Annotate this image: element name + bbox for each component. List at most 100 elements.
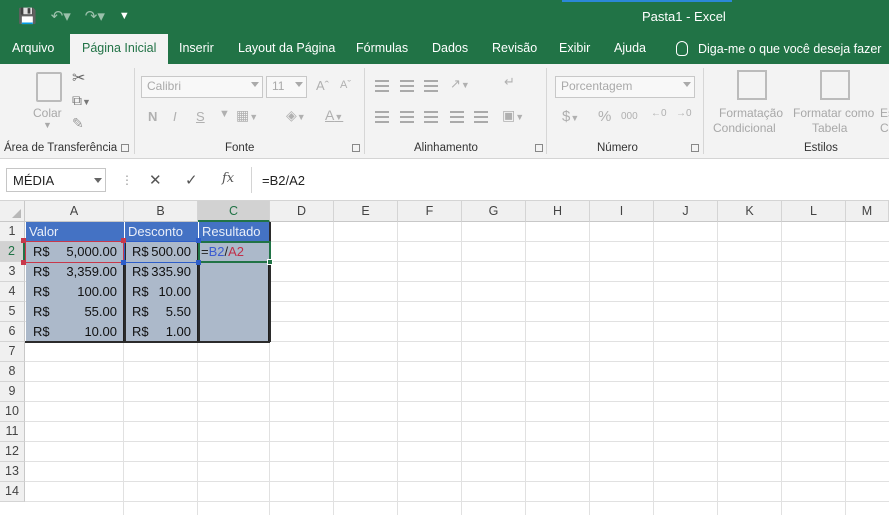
font-size-box[interactable]: 11	[266, 76, 307, 98]
resize-handle[interactable]	[196, 260, 201, 265]
column-header-a[interactable]: A	[25, 201, 124, 222]
number-launcher-icon[interactable]	[691, 144, 699, 152]
tab-pagina-inicial[interactable]: Página Inicial	[70, 34, 169, 64]
column-header-j[interactable]: J	[654, 201, 718, 222]
font-name-box[interactable]: Calibri	[141, 76, 263, 98]
conditional-formatting-label-1[interactable]: Formatação	[719, 106, 783, 120]
decrease-indent-icon[interactable]	[450, 111, 464, 123]
cell-b1[interactable]: Desconto	[125, 222, 198, 242]
cell-c4[interactable]	[199, 282, 269, 302]
paste-icon[interactable]	[36, 72, 62, 102]
resize-handle[interactable]	[21, 238, 26, 243]
row-header-3[interactable]: 3	[0, 262, 25, 282]
cell-b6[interactable]: R$ 1.00	[125, 322, 198, 342]
column-header-k[interactable]: K	[718, 201, 782, 222]
column-header-b[interactable]: B	[124, 201, 198, 222]
copy-icon[interactable]: ⧉▼	[72, 92, 91, 109]
column-header-d[interactable]: D	[270, 201, 334, 222]
cell-a1[interactable]: Valor	[26, 222, 124, 242]
underline-dropdown-icon[interactable]: ▼	[219, 108, 230, 120]
cell-b4[interactable]: R$ 10.00	[125, 282, 198, 302]
column-header-g[interactable]: G	[462, 201, 526, 222]
undo-icon[interactable]: ↶▾	[51, 7, 71, 25]
row-header-2[interactable]: 2	[0, 242, 25, 262]
row-header-12[interactable]: 12	[0, 442, 25, 462]
column-header-f[interactable]: F	[398, 201, 462, 222]
insert-function-icon[interactable]: fx	[222, 171, 234, 186]
align-middle-icon[interactable]	[400, 80, 414, 92]
row-header-7[interactable]: 7	[0, 342, 25, 362]
align-left-icon[interactable]	[375, 111, 389, 123]
conditional-formatting-label-2[interactable]: Condicional	[713, 121, 776, 135]
cut-icon[interactable]: ✂	[72, 68, 85, 88]
column-header-c[interactable]: C	[198, 201, 270, 222]
tab-formulas[interactable]: Fórmulas	[356, 41, 408, 55]
tab-layout-pagina[interactable]: Layout da Página	[238, 41, 335, 55]
comma-style-button[interactable]: 000	[621, 111, 638, 122]
row-header-11[interactable]: 11	[0, 422, 25, 442]
italic-button[interactable]: I	[173, 109, 177, 124]
enter-icon[interactable]: ✓	[185, 171, 198, 189]
align-right-icon[interactable]	[424, 111, 438, 123]
format-painter-icon[interactable]: ✎	[72, 115, 84, 132]
cancel-icon[interactable]: ✕	[149, 171, 162, 189]
number-format-box[interactable]: Porcentagem	[555, 76, 695, 98]
tab-revisao[interactable]: Revisão	[492, 41, 537, 55]
resize-handle[interactable]	[121, 238, 126, 243]
align-bottom-icon[interactable]	[424, 80, 438, 92]
row-header-10[interactable]: 10	[0, 402, 25, 422]
formula-input[interactable]: =B2/A2	[251, 167, 889, 193]
cell-a4[interactable]: R$ 100.00	[26, 282, 124, 302]
row-header-13[interactable]: 13	[0, 462, 25, 482]
format-as-table-label-1[interactable]: Formatar como	[793, 106, 874, 120]
cell-c1[interactable]: Resultado	[199, 222, 269, 242]
column-header-i[interactable]: I	[590, 201, 654, 222]
underline-button[interactable]: S	[196, 109, 205, 124]
column-header-e[interactable]: E	[334, 201, 398, 222]
cell-c6[interactable]	[199, 322, 269, 342]
row-header-6[interactable]: 6	[0, 322, 25, 342]
shrink-font-icon[interactable]: Aˇ	[340, 79, 351, 91]
font-color-icon[interactable]: A▼	[325, 107, 343, 123]
select-all-button[interactable]	[0, 201, 25, 222]
tab-ajuda[interactable]: Ajuda	[614, 41, 646, 55]
cell-b5[interactable]: R$ 5.50	[125, 302, 198, 322]
row-header-8[interactable]: 8	[0, 362, 25, 382]
cell-c5[interactable]	[199, 302, 269, 322]
conditional-formatting-icon[interactable]	[737, 70, 767, 100]
cell-a5[interactable]: R$ 55.00	[26, 302, 124, 322]
save-icon[interactable]: 💾	[18, 7, 37, 25]
percent-style-button[interactable]: %	[598, 108, 611, 125]
tab-arquivo[interactable]: Arquivo	[12, 41, 54, 55]
orientation-icon[interactable]: ↗▼	[450, 76, 470, 92]
column-header-m[interactable]: M	[846, 201, 889, 222]
align-center-icon[interactable]	[400, 111, 414, 123]
row-header-5[interactable]: 5	[0, 302, 25, 322]
format-as-table-icon[interactable]	[820, 70, 850, 100]
increase-indent-icon[interactable]	[474, 111, 488, 123]
merge-center-icon[interactable]: ▣▼	[502, 107, 524, 124]
borders-icon[interactable]: ▦▼	[236, 107, 258, 124]
tab-exibir[interactable]: Exibir	[559, 41, 590, 55]
resize-handle[interactable]	[196, 238, 201, 243]
redo-icon[interactable]: ↷▾	[85, 7, 105, 25]
resize-handle[interactable]	[21, 260, 26, 265]
bold-button[interactable]: N	[148, 109, 157, 124]
column-header-l[interactable]: L	[782, 201, 846, 222]
resize-handle[interactable]	[121, 260, 126, 265]
font-launcher-icon[interactable]	[352, 144, 360, 152]
cell-styles-label-2[interactable]: C	[880, 121, 889, 135]
tell-me-search[interactable]: Diga-me o que você deseja fazer	[676, 41, 881, 56]
decrease-decimal-icon[interactable]: →0	[676, 108, 692, 119]
column-header-h[interactable]: H	[526, 201, 590, 222]
tab-inserir[interactable]: Inserir	[179, 41, 214, 55]
increase-decimal-icon[interactable]: ←0	[651, 108, 667, 119]
cell-styles-label-1[interactable]: Es	[880, 106, 889, 120]
fill-color-icon[interactable]: ◈▼	[286, 107, 306, 124]
cell-a3[interactable]: R$ 3,359.00	[26, 262, 124, 282]
tab-dados[interactable]: Dados	[432, 41, 468, 55]
cell-b3[interactable]: R$ 335.90	[125, 262, 198, 282]
cell-a6[interactable]: R$ 10.00	[26, 322, 124, 342]
cell-c3[interactable]	[199, 262, 269, 282]
row-header-4[interactable]: 4	[0, 282, 25, 302]
